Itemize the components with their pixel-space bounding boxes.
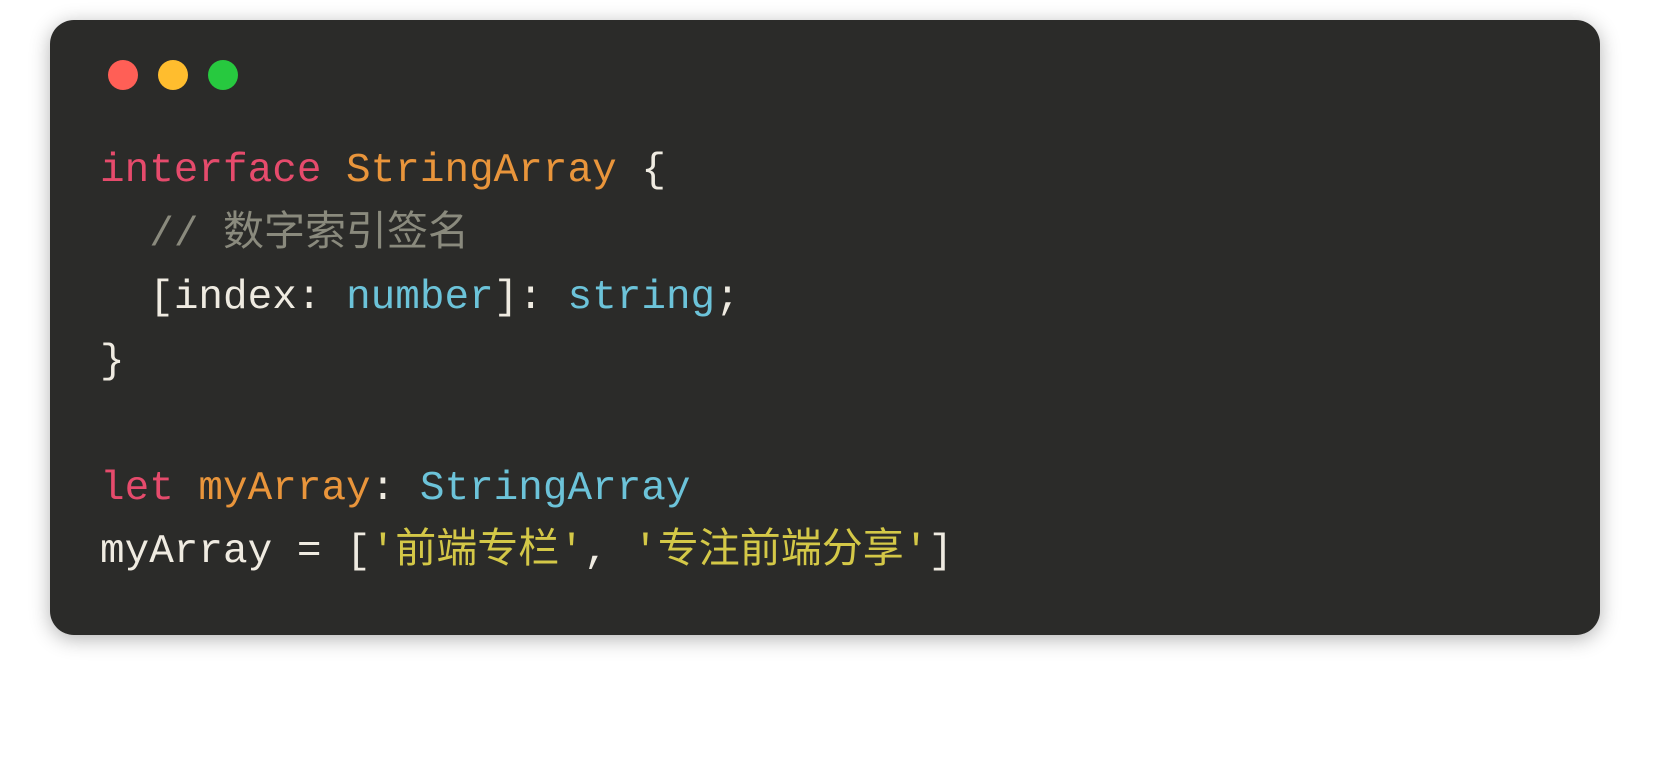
text-token bbox=[321, 148, 346, 194]
keyword-token: let bbox=[100, 466, 174, 512]
text-token bbox=[100, 212, 149, 258]
text-token bbox=[272, 529, 297, 575]
punct-token: [ bbox=[149, 275, 174, 321]
window-controls bbox=[100, 60, 1550, 90]
text-token: index bbox=[174, 275, 297, 321]
punct-token: ; bbox=[715, 275, 740, 321]
punct-token: { bbox=[641, 148, 666, 194]
text-token bbox=[321, 529, 346, 575]
text-token bbox=[100, 275, 149, 321]
comment-token: // 数字索引签名 bbox=[149, 212, 469, 258]
punct-token: = bbox=[297, 529, 322, 575]
close-icon[interactable] bbox=[108, 60, 138, 90]
keyword-token: interface bbox=[100, 148, 321, 194]
string-token: 前端专栏 bbox=[395, 529, 559, 575]
string-token: ' bbox=[633, 529, 658, 575]
code-content: interface StringArray { // 数字索引签名 [index… bbox=[100, 140, 1550, 585]
string-token: ' bbox=[559, 529, 584, 575]
code-window: interface StringArray { // 数字索引签名 [index… bbox=[50, 20, 1600, 635]
punct-token: , bbox=[584, 529, 609, 575]
string-token: ' bbox=[371, 529, 396, 575]
punct-token: ] bbox=[494, 275, 519, 321]
punct-token: [ bbox=[346, 529, 371, 575]
type-token: number bbox=[346, 275, 494, 321]
var-token: myArray bbox=[100, 529, 272, 575]
text-token bbox=[174, 466, 199, 512]
punct-token: ] bbox=[928, 529, 953, 575]
text-token bbox=[617, 148, 642, 194]
type-token: string bbox=[568, 275, 716, 321]
string-token: 专注前端分享 bbox=[658, 529, 904, 575]
var-token: myArray bbox=[198, 466, 370, 512]
text-token bbox=[609, 529, 634, 575]
type-token: StringArray bbox=[420, 466, 691, 512]
maximize-icon[interactable] bbox=[208, 60, 238, 90]
string-token: ' bbox=[904, 529, 929, 575]
class-token: StringArray bbox=[346, 148, 617, 194]
punct-token: : bbox=[297, 275, 346, 321]
punct-token: } bbox=[100, 339, 125, 385]
minimize-icon[interactable] bbox=[158, 60, 188, 90]
punct-token: : bbox=[518, 275, 567, 321]
punct-token: : bbox=[371, 466, 420, 512]
